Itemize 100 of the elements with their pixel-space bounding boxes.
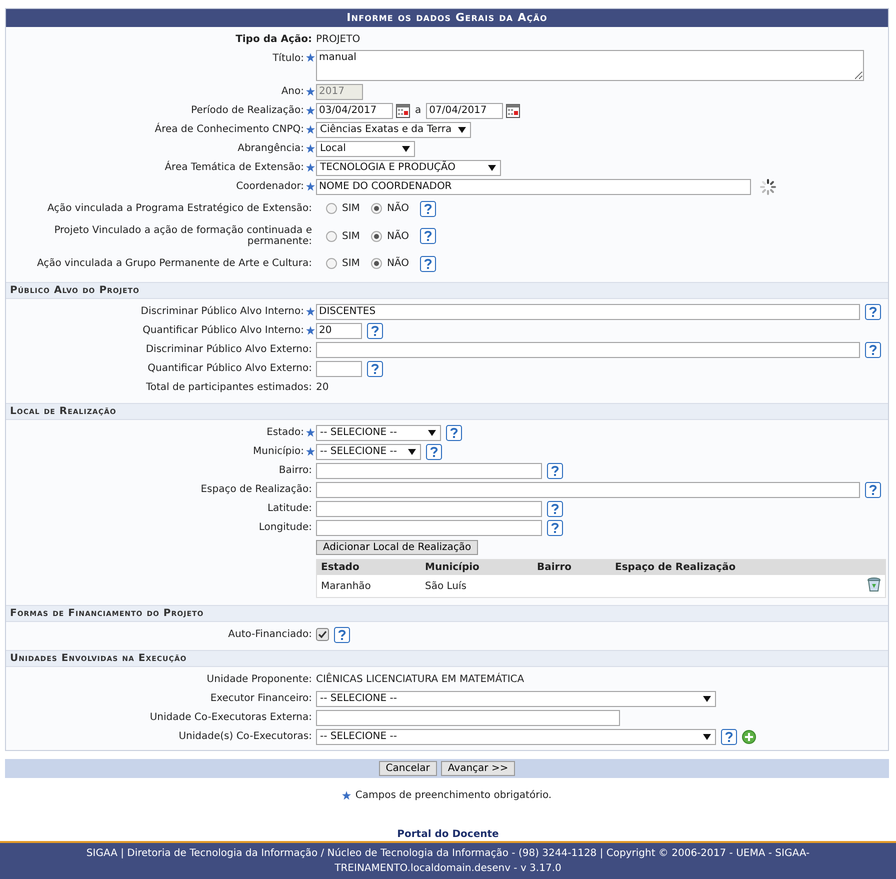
dropdown[interactable]: -- SELECIONE -- bbox=[316, 444, 421, 460]
field-label: Ação vinculada a Grupo Permanente de Arte e Cultura: bbox=[36, 258, 313, 269]
field-label: Quantificar Público Alvo Externo: bbox=[146, 363, 313, 374]
table-cell: São Luís bbox=[425, 580, 466, 592]
caret-icon bbox=[703, 696, 711, 702]
add-icon[interactable] bbox=[742, 730, 756, 744]
caret-icon bbox=[488, 164, 496, 170]
radio-button[interactable] bbox=[326, 258, 337, 269]
help-icon[interactable] bbox=[446, 424, 462, 440]
section-header: Unidades Envolvidas na Execução bbox=[6, 650, 888, 667]
field-label: Título: bbox=[272, 52, 304, 64]
radio-button[interactable] bbox=[326, 230, 337, 242]
input-field[interactable] bbox=[316, 520, 542, 536]
radio-label: SIM bbox=[342, 203, 360, 214]
help-icon[interactable] bbox=[367, 322, 383, 338]
help-icon[interactable] bbox=[865, 304, 881, 320]
input-field[interactable]: 20 bbox=[316, 322, 362, 338]
checkbox[interactable] bbox=[316, 628, 329, 641]
field-label: Discriminar Público Alvo Interno: bbox=[140, 306, 304, 317]
input-field[interactable] bbox=[316, 710, 620, 726]
radio-label: SIM bbox=[342, 258, 360, 269]
field-label: Ação vinculada a Programa Estratégico de Extensão: bbox=[46, 203, 313, 214]
input-field[interactable] bbox=[316, 342, 860, 358]
field-label: Área de Conhecimento CNPQ: bbox=[154, 124, 304, 135]
field-label: Latitude: bbox=[266, 503, 313, 514]
field-label: Unidade Proponente: bbox=[206, 674, 313, 685]
cancel-button[interactable]: Cancelar bbox=[378, 761, 437, 776]
field-label: Quantificar Público Alvo Interno: bbox=[142, 325, 304, 336]
dropdown[interactable]: -- SELECIONE -- bbox=[316, 424, 441, 440]
field-value: CIÊNICAS LICENCIATURA EM MATEMÁTICA bbox=[316, 674, 524, 685]
field-label: Coordenador: bbox=[235, 181, 304, 192]
help-icon[interactable] bbox=[547, 500, 563, 516]
field-label: Executor Financeiro: bbox=[209, 693, 313, 704]
help-icon[interactable] bbox=[865, 482, 881, 498]
required-fields-note: Campos de preenchimento obrigatório. bbox=[355, 790, 552, 801]
field-value: PROJETO bbox=[316, 34, 360, 45]
portal-link[interactable]: Portal do Docente bbox=[397, 829, 499, 840]
star-icon bbox=[342, 791, 352, 800]
input-field[interactable]: NOME DO COORDENADOR bbox=[316, 178, 751, 194]
input-field[interactable]: DISCENTES bbox=[316, 304, 860, 320]
radio-button[interactable] bbox=[370, 230, 382, 242]
dropdown[interactable]: TECNOLOGIA E PRODUÇÃO bbox=[316, 160, 501, 176]
form-title: Informe os dados Gerais da Ação bbox=[6, 9, 888, 27]
text-area[interactable]: manual bbox=[316, 50, 864, 81]
input-field[interactable] bbox=[316, 462, 542, 478]
dropdown[interactable]: Local bbox=[316, 140, 415, 156]
footer-text: SIGAA | Diretoria de Tecnologia da Informação / Núcleo de Tecnologia da Informação - (98) 3244-1128 | Copyright © 2006-2017 - UEMA - SIGAA-TREINAMENTO.localdomain.desenv - v 3.17.0 bbox=[86, 848, 810, 874]
column-header: Município bbox=[421, 560, 533, 575]
help-icon[interactable] bbox=[547, 520, 563, 536]
caret-icon bbox=[402, 146, 410, 152]
help-icon[interactable] bbox=[547, 462, 563, 478]
field-label: Abrangência: bbox=[236, 143, 304, 154]
input-field[interactable] bbox=[316, 360, 362, 376]
field-label: Discriminar Público Alvo Externo: bbox=[144, 344, 313, 355]
help-icon[interactable] bbox=[420, 256, 436, 272]
help-icon[interactable] bbox=[367, 360, 383, 376]
field-label: Auto-Financiado: bbox=[227, 629, 313, 640]
input-field[interactable]: 07/04/2017 bbox=[426, 102, 504, 118]
caret-icon bbox=[703, 734, 711, 740]
section-header: Público Alvo do Projeto bbox=[6, 282, 888, 299]
column-header: Bairro bbox=[533, 560, 611, 575]
dropdown[interactable]: -- SELECIONE -- bbox=[316, 728, 716, 744]
radio-button[interactable] bbox=[370, 258, 382, 269]
field-label: Projeto Vinculado a ação de formação continuada e permanente: bbox=[53, 225, 313, 247]
field-label: Tipo da Ação: bbox=[234, 34, 313, 45]
range-separator: a bbox=[415, 105, 422, 116]
add-location-button[interactable]: Adicionar Local de Realização bbox=[316, 540, 478, 555]
field-label: Ano: bbox=[280, 86, 304, 97]
help-icon[interactable] bbox=[721, 728, 737, 744]
table-cell: Maranhão bbox=[321, 580, 371, 592]
field-label: Longitude: bbox=[258, 522, 313, 533]
help-icon[interactable] bbox=[420, 228, 436, 244]
trash-icon[interactable] bbox=[867, 577, 881, 592]
help-icon[interactable] bbox=[420, 200, 436, 216]
field-label: Unidade Co-Executoras Externa: bbox=[148, 712, 313, 723]
caret-icon bbox=[458, 126, 466, 132]
field-value: 20 bbox=[316, 382, 329, 393]
field-label: Unidade(s) Co-Executoras: bbox=[178, 731, 313, 742]
field-label: Bairro: bbox=[278, 465, 313, 476]
dropdown[interactable]: Ciências Exatas e da Terra bbox=[316, 122, 471, 138]
column-header: Estado bbox=[316, 560, 421, 575]
caret-icon bbox=[428, 430, 436, 436]
radio-button[interactable] bbox=[326, 203, 337, 214]
calendar-icon[interactable] bbox=[396, 104, 410, 118]
field-label: Total de participantes estimados: bbox=[144, 382, 313, 393]
input-field[interactable] bbox=[316, 500, 542, 516]
dropdown[interactable]: -- SELECIONE -- bbox=[316, 690, 716, 706]
input-field[interactable]: 03/04/2017 bbox=[316, 102, 393, 118]
next-button[interactable]: Avançar >> bbox=[440, 761, 516, 776]
field-label: Área Temática de Extensão: bbox=[164, 162, 304, 173]
help-icon[interactable] bbox=[426, 444, 442, 460]
radio-button[interactable] bbox=[370, 203, 382, 214]
calendar-icon[interactable] bbox=[506, 104, 520, 118]
help-icon[interactable] bbox=[334, 626, 350, 642]
section-header: Local de Realização bbox=[6, 403, 888, 420]
input-field[interactable] bbox=[316, 482, 860, 498]
help-icon[interactable] bbox=[865, 342, 881, 358]
field-label: Estado: bbox=[266, 427, 304, 438]
caret-icon bbox=[408, 448, 416, 454]
field-label: Espaço de Realização: bbox=[200, 484, 313, 495]
